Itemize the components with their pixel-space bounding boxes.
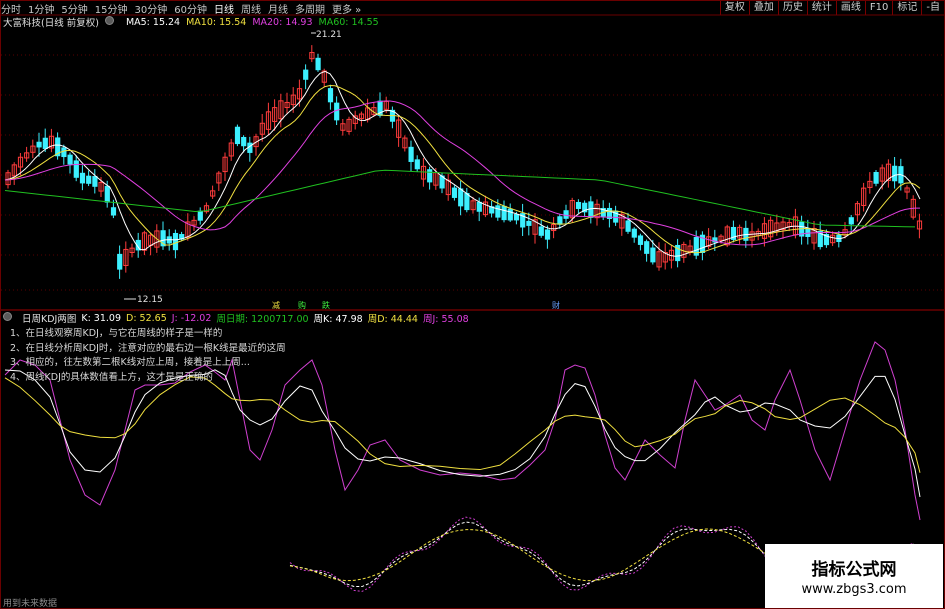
candle-body [544, 229, 551, 240]
candle-body [79, 172, 86, 184]
candle-body [92, 176, 98, 187]
candle-body [303, 69, 309, 80]
event-label[interactable]: 财 [552, 300, 560, 310]
candle-body [495, 205, 501, 218]
candle-body [408, 146, 414, 162]
event-label[interactable]: 减 [272, 300, 280, 310]
week-j-value: 周J: 55.08 [422, 314, 469, 325]
candle-body [650, 247, 656, 263]
candle-body [451, 187, 458, 198]
week-d-value: 周D: 44.44 [367, 314, 418, 325]
candle-body [61, 147, 67, 158]
note-line: 1、在日线观察周KDJ，与它在周线的样子是一样的 [10, 328, 223, 339]
candle-body [507, 208, 513, 221]
week-period-value: 周日期: 1200717.00 [216, 314, 309, 325]
kdj-d-value: D: 52.65 [126, 312, 167, 324]
candle-body [538, 226, 544, 236]
candle-body [117, 253, 123, 270]
watermark-title: 指标公式网 [811, 560, 897, 580]
candle-body [197, 210, 203, 221]
candle-body [563, 210, 569, 219]
candle-body [427, 169, 433, 183]
ma5-line [4, 70, 921, 257]
candlesticks [5, 45, 923, 279]
candle-body [458, 188, 464, 207]
candle-body [476, 201, 482, 212]
candle-body [73, 160, 79, 178]
candle-body [86, 175, 92, 184]
settings-dot-icon[interactable] [3, 312, 17, 324]
candle-body [36, 141, 42, 148]
kdj-info-bar: 日周KDJ两图 K: 31.09 D: 52.65 J: -12.02 周日期:… [3, 312, 474, 325]
candle-body [42, 137, 48, 149]
event-label[interactable]: 跌 [322, 300, 330, 310]
week-k-value: 周K: 47.98 [313, 314, 363, 325]
candle-body [234, 126, 241, 145]
candle-body [557, 216, 563, 225]
weekly-k-line [4, 369, 921, 498]
note-line: 2、在日线分析周KDJ时，注意对应的最右边一根K线是最近的这周 [10, 342, 286, 354]
candle-body [501, 205, 507, 221]
candle-body [644, 241, 650, 254]
kdj-notes: 1、在日线观察周KDJ，与它在周线的样子是一样的 2、在日线分析周KDJ时，注意… [10, 327, 286, 385]
kdj-title: 日周KDJ两图 [22, 314, 77, 325]
candle-body [110, 207, 117, 216]
candle-body [637, 235, 644, 245]
candle-body [327, 88, 334, 103]
candle-body [848, 217, 854, 225]
grid-lines [1, 54, 944, 291]
moving-averages [4, 70, 921, 257]
candle-body [873, 171, 879, 184]
weekly-d-line [4, 376, 921, 473]
candle-body [334, 102, 340, 121]
candle-body [241, 136, 247, 147]
candle-body [414, 159, 420, 170]
future-data-note: 用到未来数据 [3, 599, 58, 609]
kdj-k-value: K: 31.09 [81, 312, 122, 324]
candle-body [464, 192, 470, 211]
candle-body [526, 220, 532, 226]
candle-body [67, 154, 73, 165]
candle-body [588, 201, 594, 218]
watermark-logo: 指标公式网 www.zbgs3.com [765, 544, 943, 608]
candle-body [892, 165, 898, 182]
kdj-j-value: J: -12.02 [171, 312, 212, 324]
candle-body [631, 228, 637, 238]
low-price-label: 12.15 [137, 295, 163, 305]
candle-body [172, 232, 179, 251]
note-line: 4、周线KDJ的具体数值看上方，这才是是正确的 [10, 371, 213, 383]
note-line: 3、相应的，往左数第二根K线对应上周，接着是上上周... [10, 357, 250, 368]
high-price-label: 21.21 [316, 30, 342, 40]
candle-body [315, 57, 321, 71]
chart-canvas: 21.21 12.15 减 购 跌 财 [1, 14, 944, 592]
candle-body [805, 227, 811, 237]
candle-body [625, 220, 631, 232]
candle-body [575, 201, 582, 209]
candle-body [513, 214, 520, 221]
event-label[interactable]: 购 [298, 300, 306, 310]
candle-body [104, 185, 110, 203]
watermark-url: www.zbgs3.com [801, 582, 907, 597]
